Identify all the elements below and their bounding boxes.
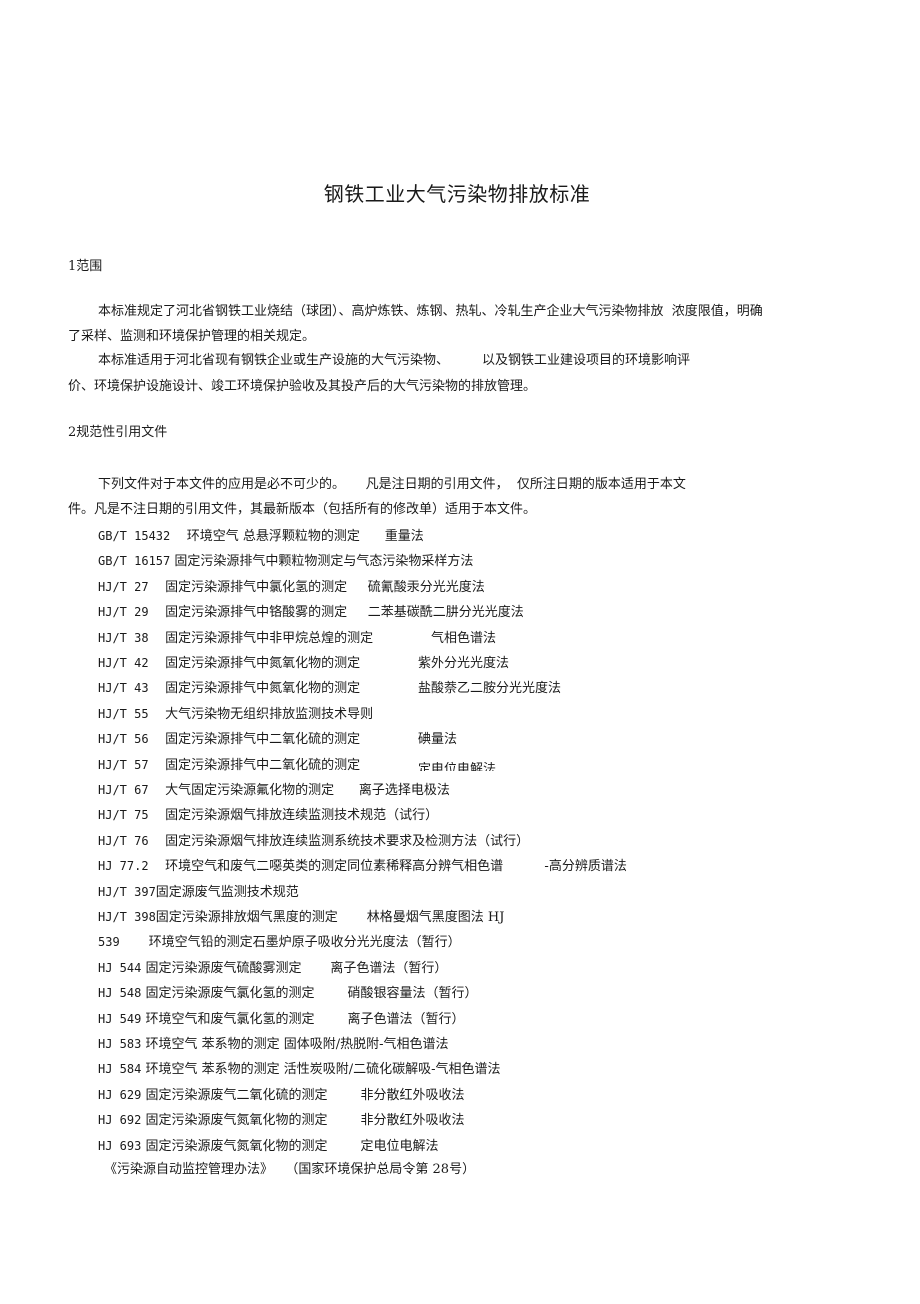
section-1-paragraph-1-line-1: 本标准规定了河北省钢铁工业烧结（球团）、高炉炼铁、炼钢、热轧、冷轧生产企业大气污… [98, 304, 763, 319]
reference-title: 固定污染源排气中二氧化硫的测定 碘量法 [148, 732, 457, 748]
reference-item: GB/T 15432 环境空气 总悬浮颗粒物的测定 重量法 [98, 528, 424, 545]
reference-item-last: 《污染源自动监控管理办法》 （国家环境保护总局令第 28号） [104, 1162, 476, 1177]
reference-title: 大气污染物无组织排放监测技术导则 [148, 706, 374, 722]
section-1-paragraph-2-line-1: 本标准适用于河北省现有钢铁企业或生产设施的大气污染物、 以及钢铁工业建设项目的环… [98, 353, 691, 368]
reference-title: 固定污染源排气中氮氧化物的测定 盐酸萘乙二胺分光光度法 [148, 681, 561, 697]
reference-code: HJ/T 397 [98, 884, 156, 899]
reference-item: HJ/T 56 固定污染源排气中二氧化硫的测定 碘量法 [98, 731, 457, 748]
section-1-paragraph-2-line-2: 价、环境保护设施设计、竣工环境保护验收及其投产后的大气污染物的排放管理。 [68, 379, 537, 394]
reference-title: 固定污染源排气中氮氧化物的测定 紫外分光光度法 [148, 656, 509, 671]
reference-item: HJ 584 环境空气 苯系物的测定 活性炭吸附/二硫化碳解吸-气相色谱法 [98, 1061, 501, 1078]
reference-title: 环境空气 苯系物的测定 活性炭吸附/二硫化碳解吸-气相色谱法 [141, 1062, 501, 1078]
reference-code: HJ/T 43 [98, 681, 149, 696]
reference-code: HJ/T 38 [98, 630, 149, 645]
reference-code: HJ 693 [98, 1138, 142, 1153]
reference-code: HJ 544 [98, 960, 142, 975]
reference-code: HJ 583 [98, 1037, 142, 1051]
reference-method-clipped: 定电位电解法 [417, 761, 496, 771]
reference-item: 539 环境空气铅的测定石墨炉原子吸收分光光度法（暂行） [98, 934, 461, 951]
document-title: 钢铁工业大气污染物排放标准 [323, 182, 591, 206]
reference-code: GB/T 16157 [98, 554, 171, 569]
reference-item: HJ/T 67 大气固定污染源氟化物的测定 离子选择电极法 [98, 782, 450, 799]
reference-code: HJ/T 42 [98, 656, 149, 670]
reference-title: 固定污染源废气硫酸雾测定 离子色谱法（暂行） [141, 960, 448, 976]
reference-title: 固定污染源废气氯化氢的测定 硝酸银容量法（暂行） [141, 986, 478, 1002]
section-1-paragraph-1-line-2: 了采样、监测和环境保护管理的相关规定。 [68, 329, 316, 344]
reference-item: HJ 549 环境空气和废气氯化氢的测定 离子色谱法（暂行） [98, 1011, 465, 1028]
reference-title: 环境空气铅的测定石墨炉原子吸收分光光度法（暂行） [119, 935, 461, 951]
reference-title: 固定污染源排气中非甲烷总煌的测定 气相色谱法 [148, 630, 496, 646]
reference-item: HJ 693 固定污染源废气氮氧化物的测定 定电位电解法 [98, 1138, 439, 1155]
reference-code: HJ/T 56 [98, 732, 149, 747]
reference-title: 环境空气和废气氯化氢的测定 离子色谱法（暂行） [141, 1011, 465, 1027]
reference-code: HJ/T 76 [98, 833, 149, 848]
reference-item: HJ/T 75 固定污染源烟气排放连续监测技术规范（试行） [98, 807, 438, 824]
reference-code: HJ/T 27 [98, 579, 149, 594]
reference-title: 固定污染源废气氮氧化物的测定 非分散红外吸收法 [141, 1113, 465, 1129]
section-1-heading: 1范围 [68, 259, 103, 274]
reference-code: HJ 584 [98, 1062, 142, 1077]
reference-title: 固定污染源烟气排放连续监测系统技术要求及检测方法（试行） [148, 833, 530, 849]
reference-item: HJ/T 76 固定污染源烟气排放连续监测系统技术要求及检测方法（试行） [98, 833, 529, 850]
reference-title: 大气固定污染源氟化物的测定 离子选择电极法 [148, 783, 450, 798]
reference-item: HJ 692 固定污染源废气氮氧化物的测定 非分散红外吸收法 [98, 1112, 465, 1129]
reference-code: HJ 77.2 [98, 859, 149, 874]
reference-code: HJ 548 [98, 986, 142, 1001]
reference-item: HJ/T 43 固定污染源排气中氮氧化物的测定 盐酸萘乙二胺分光光度法 [98, 680, 561, 697]
reference-title: 环境空气和废气二噁英类的测定同位素稀释高分辨气相色谱 -高分辨质谱法 [148, 859, 627, 875]
reference-code: HJ 629 [98, 1087, 142, 1102]
reference-title: 固定污染源烟气排放连续监测技术规范（试行） [148, 808, 439, 824]
reference-code: HJ 692 [98, 1113, 142, 1128]
reference-title: 固定污染源排放烟气黑度的测定 林格曼烟气黑度图法 HJ [155, 910, 505, 925]
reference-code: HJ/T 57 [98, 757, 149, 772]
reference-title: 环境空气 苯系物的测定 固体吸附/热脱附-气相色谱法 [141, 1037, 449, 1052]
reference-item: HJ/T 42 固定污染源排气中氮氧化物的测定 紫外分光光度法 [98, 655, 509, 672]
reference-item: HJ 583 环境空气 苯系物的测定 固体吸附/热脱附-气相色谱法 [98, 1036, 449, 1053]
reference-item: HJ/T 27 固定污染源排气中氯化氢的测定 硫氰酸汞分光光度法 [98, 579, 485, 596]
reference-item: HJ 544 固定污染源废气硫酸雾测定 离子色谱法（暂行） [98, 960, 447, 977]
reference-title: 固定污染源排气中铬酸雾的测定 二苯基碳酰二肼分光光度法 [148, 605, 524, 621]
reference-item: HJ 629 固定污染源废气二氧化硫的测定 非分散红外吸收法 [98, 1087, 465, 1104]
section-2-paragraph-line-2: 件。凡是不注日期的引用文件，其最新版本（包括所有的修改单）适用于本文件。 [68, 502, 537, 517]
reference-title: 固定污染源废气二氧化硫的测定 非分散红外吸收法 [141, 1087, 465, 1103]
reference-title: 固定污染源废气氮氧化物的测定 定电位电解法 [141, 1138, 439, 1154]
reference-code: 539 [98, 935, 120, 950]
reference-item: HJ/T 57 固定污染源排气中二氧化硫的测定 定电位电解法 [98, 757, 496, 774]
reference-title: 环境空气 总悬浮颗粒物的测定 重量法 [170, 529, 424, 544]
reference-title: 固定源废气监测技术规范 [155, 884, 299, 900]
reference-item: HJ 548 固定污染源废气氯化氢的测定 硝酸银容量法（暂行） [98, 985, 478, 1002]
reference-item: HJ/T 397固定源废气监测技术规范 [98, 884, 299, 901]
reference-title: 固定污染源排气中氯化氢的测定 硫氰酸汞分光光度法 [148, 579, 485, 595]
section-2-paragraph-line-1: 下列文件对于本文件的应用是必不可少的。 凡是注日期的引用文件， 仅所注日期的版本… [98, 477, 686, 492]
reference-item: HJ/T 38 固定污染源排气中非甲烷总煌的测定 气相色谱法 [98, 630, 496, 647]
reference-item: GB/T 16157 固定污染源排气中颗粒物测定与气态污染物采样方法 [98, 553, 473, 570]
section-2-heading: 2规范性引用文件 [68, 425, 168, 440]
reference-code: HJ 549 [98, 1011, 142, 1026]
reference-item: HJ/T 55 大气污染物无组织排放监测技术导则 [98, 706, 373, 723]
reference-item: HJ/T 29 固定污染源排气中铬酸雾的测定 二苯基碳酰二肼分光光度法 [98, 604, 524, 621]
reference-code: HJ/T 29 [98, 605, 149, 620]
reference-item: HJ/T 398固定污染源排放烟气黑度的测定 林格曼烟气黑度图法 HJ [98, 909, 504, 926]
reference-code: HJ/T 75 [98, 808, 149, 823]
reference-item: HJ 77.2 环境空气和废气二噁英类的测定同位素稀释高分辨气相色谱 -高分辨质… [98, 858, 627, 875]
reference-code: GB/T 15432 [98, 529, 171, 543]
reference-code: HJ/T 55 [98, 706, 149, 721]
reference-title: 固定污染源排气中二氧化硫的测定 [148, 757, 418, 773]
reference-code: HJ/T 67 [98, 783, 149, 797]
reference-code: HJ/T 398 [98, 910, 156, 924]
reference-title: 固定污染源排气中颗粒物测定与气态污染物采样方法 [170, 554, 474, 570]
